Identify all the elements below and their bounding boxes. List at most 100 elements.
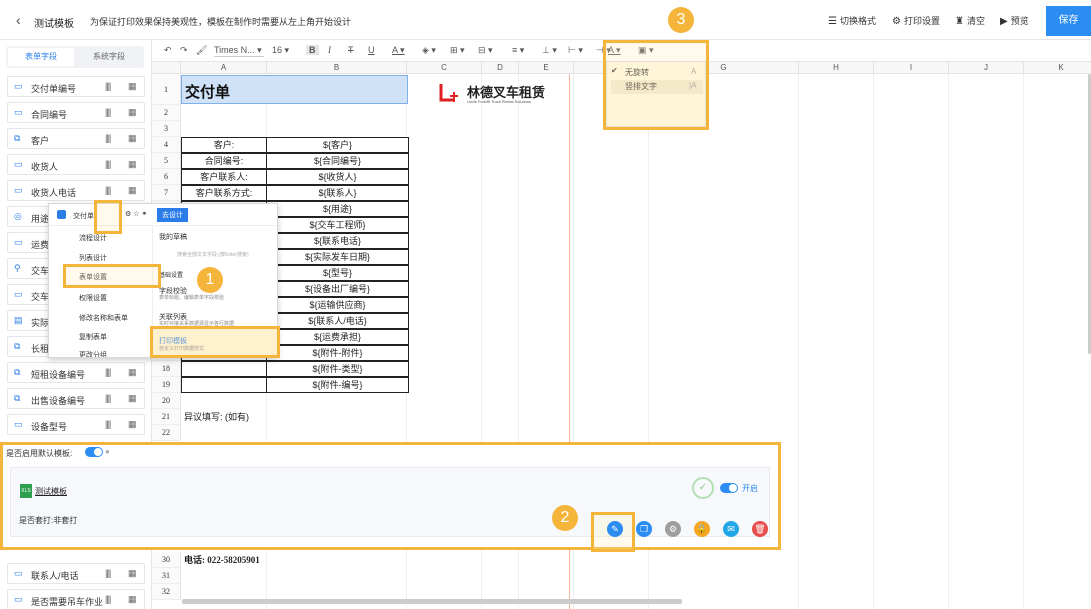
value-cell[interactable]: ${合同编号}	[266, 153, 409, 169]
barcode-icon[interactable]: ||||	[105, 568, 111, 578]
label-cell[interactable]	[181, 377, 267, 393]
value-cell[interactable]: ${联系人}	[266, 185, 409, 201]
font-size-select[interactable]: 16 ▾	[272, 45, 289, 56]
row-header[interactable]: 3	[152, 121, 181, 137]
row-header[interactable]: 20	[152, 393, 181, 409]
label-cell[interactable]: 客户联系人:	[181, 169, 267, 185]
barcode-icon[interactable]: ||||	[105, 107, 111, 117]
template-name-link[interactable]: 测试模板	[35, 486, 67, 497]
qrcode-icon[interactable]: ▦	[128, 107, 137, 118]
value-cell[interactable]: ${联系电话}	[266, 233, 409, 249]
value-cell[interactable]: ${运费承担}	[266, 329, 409, 345]
qrcode-icon[interactable]: ▦	[128, 393, 137, 404]
row-header[interactable]: 18	[152, 361, 181, 377]
menu-change-group[interactable]: 更改分组	[79, 350, 107, 357]
undo-icon[interactable]: ↶	[164, 45, 172, 56]
field-item[interactable]: ⧉ 短租设备编号 |||| ▦	[7, 362, 145, 383]
lock-icon[interactable]: 🔒	[694, 521, 710, 537]
strike-button[interactable]: T	[348, 45, 354, 55]
qrcode-icon[interactable]: ▦	[128, 159, 137, 170]
value-cell[interactable]: ${附件-类型}	[266, 361, 409, 377]
design-tag-button[interactable]: 去设计	[157, 208, 188, 222]
save-button[interactable]: 保存	[1046, 6, 1091, 36]
row-header[interactable]: 1	[152, 75, 181, 105]
value-cell[interactable]: ${附件-附件}	[266, 345, 409, 361]
value-cell[interactable]: ${用途}	[266, 201, 409, 217]
align-icon[interactable]: ≡ ▾	[512, 45, 524, 56]
field-item[interactable]: ▭ 联系人/电话 |||| ▦	[7, 563, 145, 584]
corner-cell[interactable]	[152, 62, 181, 74]
label-cell[interactable]	[181, 361, 267, 377]
message-icon[interactable]: ✉	[723, 521, 739, 537]
qrcode-icon[interactable]: ▦	[128, 81, 137, 92]
delete-icon[interactable]: 🗑	[752, 521, 768, 537]
wrap-icon[interactable]: ⊢ ▾	[568, 45, 583, 56]
barcode-icon[interactable]: ||||	[105, 594, 111, 604]
barcode-icon[interactable]: ||||	[105, 159, 111, 169]
value-cell[interactable]: ${设备出厂编号}	[266, 281, 409, 297]
gear-icon[interactable]: ⚙	[665, 521, 681, 537]
column-header[interactable]: I	[874, 62, 949, 74]
value-cell[interactable]: ${收货人}	[266, 169, 409, 185]
row-header[interactable]: 22	[152, 425, 181, 441]
edit-icon[interactable]: ✎	[607, 521, 623, 537]
value-cell[interactable]: ${附件-编号}	[266, 377, 409, 393]
field-item[interactable]: ⧉ 客户 |||| ▦	[7, 128, 145, 149]
value-cell[interactable]: ${客户}	[266, 137, 409, 153]
label-cell[interactable]: 合同编号:	[181, 153, 267, 169]
field-item[interactable]: ▭ 是否需要吊车作业 |||| ▦	[7, 589, 145, 609]
qrcode-icon[interactable]: ▦	[128, 367, 137, 378]
title-cell[interactable]: 交付单	[181, 75, 408, 104]
column-header[interactable]: K	[1024, 62, 1091, 74]
menu-list-design[interactable]: 列表设计	[79, 253, 107, 263]
border-icon[interactable]: ⊞ ▾	[450, 45, 465, 56]
text-cell[interactable]: 异议填写: (如有)	[184, 409, 249, 425]
row-header[interactable]: 30	[152, 552, 181, 568]
settings-icon[interactable]: ⚙ ☆ ⚭	[125, 210, 147, 218]
row-header[interactable]: 32	[152, 584, 181, 600]
underline-button[interactable]: U	[368, 45, 375, 55]
qrcode-icon[interactable]: ▦	[128, 419, 137, 430]
fill-color-icon[interactable]: ◈ ▾	[422, 45, 436, 56]
valign-icon[interactable]: ⊥ ▾	[542, 45, 557, 56]
column-header[interactable]: B	[267, 62, 407, 74]
row-header[interactable]: 31	[152, 568, 181, 584]
value-cell[interactable]: ${交车工程师}	[266, 217, 409, 233]
barcode-icon[interactable]: ||||	[105, 419, 111, 429]
qrcode-icon[interactable]: ▦	[128, 185, 137, 196]
column-header[interactable]: J	[949, 62, 1024, 74]
column-header[interactable]: H	[799, 62, 874, 74]
help-icon[interactable]: ●	[105, 447, 110, 456]
enable-toggle[interactable]	[720, 483, 738, 493]
qrcode-icon[interactable]: ▦	[128, 568, 137, 579]
row-header[interactable]: 6	[152, 169, 181, 185]
row-header[interactable]: 2	[152, 105, 181, 121]
label-cell[interactable]: 客户联系方式:	[181, 185, 267, 201]
field-item[interactable]: ▭ 设备型号 |||| ▦	[7, 414, 145, 435]
default-template-toggle[interactable]	[85, 447, 103, 457]
field-item[interactable]: ▭ 收货人 |||| ▦	[7, 154, 145, 175]
row-header[interactable]: 5	[152, 153, 181, 169]
merge-icon[interactable]: ⊟ ▾	[478, 45, 493, 56]
bold-button[interactable]: B	[306, 45, 319, 55]
qrcode-icon[interactable]: ▦	[128, 594, 137, 605]
clear-button[interactable]: ♜ 清空	[955, 14, 985, 27]
barcode-icon[interactable]: ||||	[105, 367, 111, 377]
tab-system-fields[interactable]: 系统字段	[76, 48, 142, 66]
field-item[interactable]: ⧉ 出售设备编号 |||| ▦	[7, 388, 145, 409]
value-cell[interactable]: ${运输供应商}	[266, 297, 409, 313]
column-header[interactable]: E	[519, 62, 574, 74]
chevron-left-icon[interactable]: ‹	[16, 12, 21, 28]
row-header[interactable]: 7	[152, 185, 181, 201]
preview-button[interactable]: ▶ 预览	[1000, 14, 1029, 27]
copy-icon[interactable]: ❐	[636, 521, 652, 537]
font-color-button[interactable]: A ▾	[392, 45, 405, 56]
menu-copy-form[interactable]: 复制表单	[79, 332, 107, 342]
barcode-icon[interactable]: ||||	[105, 81, 111, 91]
menu-flow-design[interactable]: 流程设计	[79, 233, 107, 243]
row-header[interactable]: 19	[152, 377, 181, 393]
row-header[interactable]: 21	[152, 409, 181, 425]
value-cell[interactable]: ${型号}	[266, 265, 409, 281]
tab-form-fields[interactable]: 表单字段	[8, 48, 74, 66]
column-header[interactable]: A	[181, 62, 267, 74]
